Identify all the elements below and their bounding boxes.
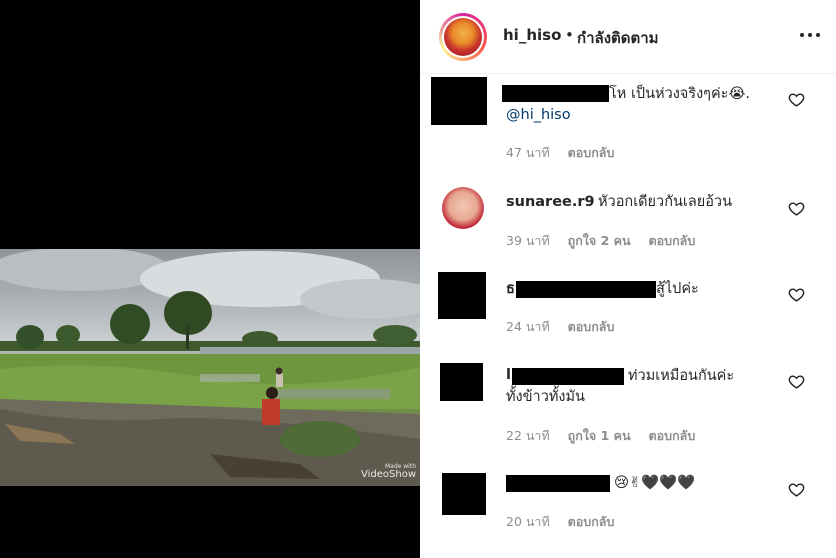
post-header: hi_hiso • กำลังติดตาม [420,0,836,74]
comment-username-fragment[interactable]: ธ [506,279,515,299]
reply-button[interactable]: ตอบกลับ [568,145,615,160]
reply-button[interactable]: ตอบกลับ [568,514,615,529]
likes-count[interactable]: ถูกใจ 1 คน [568,428,631,443]
video-player[interactable]: Made with VideoShow [0,249,420,486]
comment-text: 😢✌🖤🖤🖤 [614,475,696,491]
comments-panel: hi_hiso • กำลังติดตาม โห เป็นห่วงจริงๆค่… [420,0,836,558]
comment-username-fragment[interactable]: l [506,365,511,385]
header-username[interactable]: hi_hiso [503,26,561,44]
heart-icon[interactable] [788,286,805,303]
comment-meta: 24 นาที ตอบกลับ [506,317,628,337]
following-button[interactable]: กำลังติดตาม [577,26,659,50]
more-horizontal-icon[interactable] [799,28,821,44]
heart-icon[interactable] [788,91,805,108]
comment-text: สู้ไปค่ะ [656,281,699,297]
comment-text-line2: ทั้งข้าวทั้งมัน [506,389,585,405]
redacted-username [516,281,656,298]
comment-meta: 39 นาที ถูกใจ 2 คน ตอบกลับ [506,231,709,251]
comment-text-line1: ท่วมเหมือนกันค่ะ [628,368,735,384]
comment-meta: 47 นาที ตอบกลับ [506,143,628,163]
heart-icon[interactable] [788,200,805,217]
redacted-username [506,475,610,492]
watermark-brand: VideoShow [361,469,416,480]
comment-meta: 22 นาที ถูกใจ 1 คน ตอบกลับ [506,426,709,446]
comment-time[interactable]: 20 นาที [506,514,550,529]
avatar [444,18,482,56]
comment-text: หัวอกเดียวกันเลยอ้วน [598,194,732,210]
reply-button[interactable]: ตอบกลับ [649,428,696,443]
redacted-avatar [431,77,487,125]
comment-time[interactable]: 24 นาที [506,319,550,334]
comment-username[interactable]: sunaree.r9 [506,192,595,212]
story-ring-avatar[interactable] [439,13,487,61]
redacted-username [502,85,609,102]
redacted-avatar [442,473,486,515]
likes-count[interactable]: ถูกใจ 2 คน [568,233,631,248]
redacted-avatar [438,272,486,319]
comment-mention-link[interactable]: @hi_hiso [506,105,571,125]
redacted-avatar [440,363,483,401]
header-separator: • [565,26,574,44]
comment-time[interactable]: 39 นาที [506,233,550,248]
avatar[interactable] [442,187,484,229]
reply-button[interactable]: ตอบกลับ [649,233,696,248]
comment-time[interactable]: 22 นาที [506,428,550,443]
flooded-field-scene [0,249,420,486]
comment-time[interactable]: 47 นาที [506,145,550,160]
redacted-username [512,368,624,385]
reply-button[interactable]: ตอบกลับ [568,319,615,334]
heart-icon[interactable] [788,481,805,498]
comment-meta: 20 นาที ตอบกลับ [506,512,628,532]
heart-icon[interactable] [788,373,805,390]
post-media[interactable]: Made with VideoShow [0,0,420,558]
comment-text: โห เป็นห่วงจริงๆค่ะ😭. [609,86,750,102]
video-watermark: Made with VideoShow [361,464,416,480]
